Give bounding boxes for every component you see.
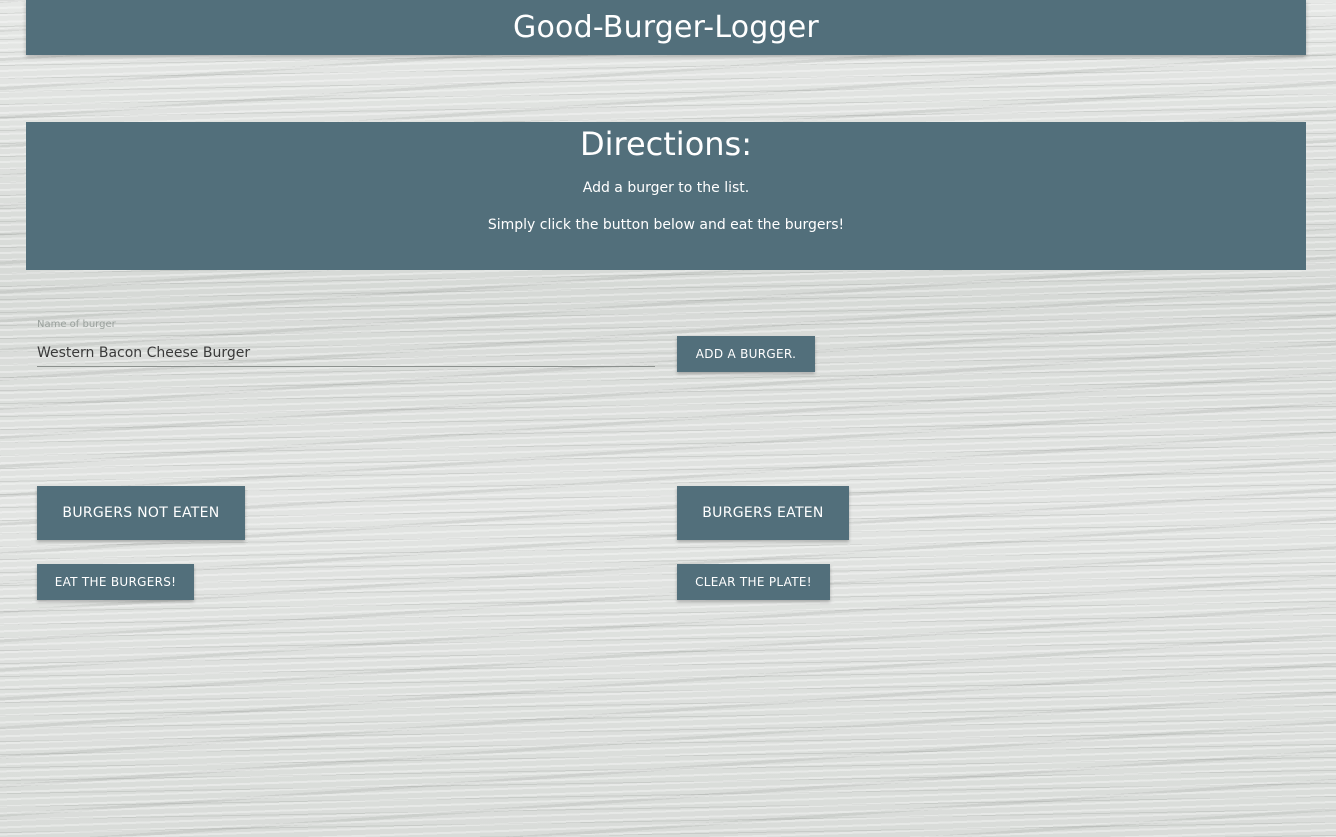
burger-name-input[interactable]: [37, 340, 655, 367]
eat-burgers-button[interactable]: EAT THE BURGERS!: [37, 564, 194, 600]
directions-title: Directions:: [579, 125, 752, 163]
add-burger-button[interactable]: ADD A BURGER.: [677, 336, 815, 372]
directions-line-click: Simply click the button below and eat th…: [487, 217, 845, 233]
burgers-eaten-button[interactable]: BURGERS EATEN: [677, 486, 849, 540]
burger-name-field: Name of burger: [37, 316, 655, 374]
directions-panel: Directions: Add a burger to the list. Si…: [26, 122, 1306, 270]
burger-name-label: Name of burger: [37, 319, 116, 330]
clear-plate-button[interactable]: CLEAR THE PLATE!: [677, 564, 830, 600]
burgers-not-eaten-button[interactable]: BURGERS NOT EATEN: [37, 486, 245, 540]
app-header: Good-Burger-Logger: [26, 0, 1306, 55]
directions-line-add: Add a burger to the list.: [582, 180, 750, 196]
app-title: Good-Burger-Logger: [513, 10, 819, 45]
